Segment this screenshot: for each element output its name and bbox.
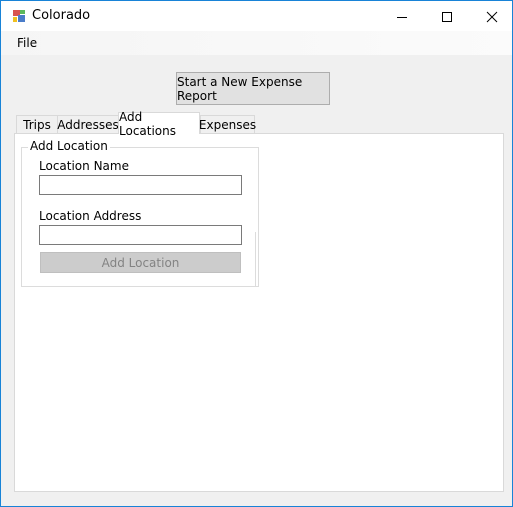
close-button[interactable] xyxy=(469,2,513,31)
location-name-label: Location Name xyxy=(39,159,129,173)
minimize-icon xyxy=(396,16,407,18)
tab-expenses[interactable]: Expenses xyxy=(199,115,256,133)
menu-file[interactable]: File xyxy=(17,36,37,50)
minimize-button[interactable] xyxy=(379,2,424,31)
close-icon xyxy=(486,11,497,22)
divider xyxy=(255,232,256,287)
add-location-group-title: Add Location xyxy=(28,139,110,153)
location-name-input[interactable] xyxy=(39,175,242,195)
maximize-icon xyxy=(441,11,452,22)
tab-trips[interactable]: Trips xyxy=(16,115,58,133)
tab-add-locations[interactable]: Add Locations xyxy=(118,110,200,138)
maximize-button[interactable] xyxy=(424,2,469,31)
title-bar[interactable]: Colorado xyxy=(1,1,512,31)
window-title: Colorado xyxy=(32,8,91,23)
location-address-label: Location Address xyxy=(39,209,142,223)
location-address-input[interactable] xyxy=(39,225,242,245)
menu-bar: File xyxy=(1,31,512,55)
new-expense-report-button[interactable]: Start a New Expense Report xyxy=(176,72,330,105)
add-location-button[interactable]: Add Location xyxy=(40,252,241,273)
tab-addresses[interactable]: Addresses xyxy=(57,115,119,133)
app-icon xyxy=(13,10,25,22)
